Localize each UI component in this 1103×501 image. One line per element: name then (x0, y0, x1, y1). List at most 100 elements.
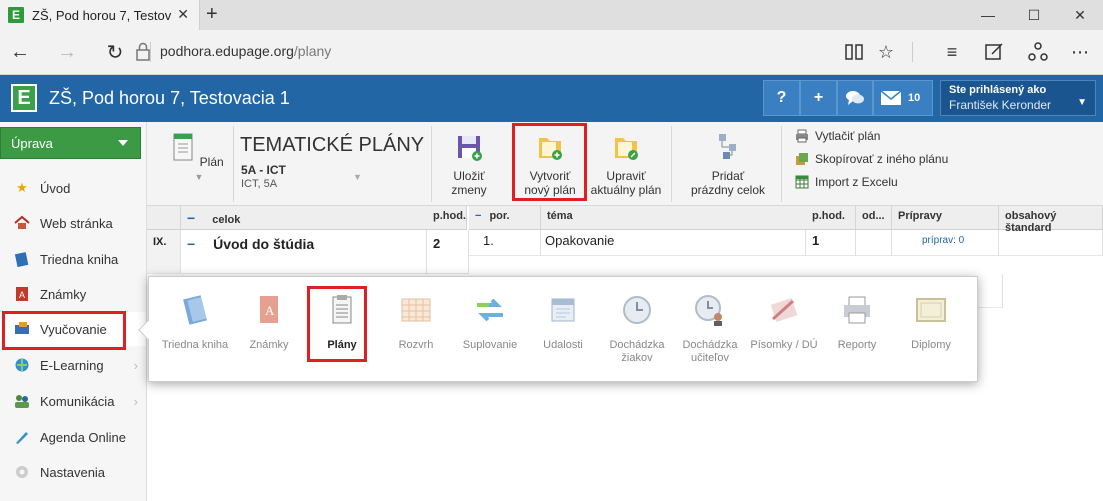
row-number: IX. (147, 230, 181, 274)
app-title[interactable]: ZŠ, Pod horou 7, Testovacia 1 (49, 88, 290, 109)
web-note-icon[interactable] (982, 40, 1006, 64)
plan-dropdown[interactable]: Plán ▼ (167, 122, 227, 184)
edit-current-plan-button[interactable]: Upraviť aktuálny plán (587, 122, 665, 197)
print-plan-link[interactable]: Vytlačiť plán (795, 129, 880, 143)
sidebar-item-uvod[interactable]: ★ Úvod (0, 171, 146, 205)
sidebar-item-znamky[interactable]: A Známky (0, 277, 146, 311)
celok-hours: 2 (427, 230, 469, 274)
popup-item-dochadzka-ziakov[interactable]: Dochádzka žiakov (600, 293, 674, 365)
settings-icon (14, 464, 30, 480)
back-icon[interactable]: ← (5, 38, 35, 66)
sidebar-item-label: Nastavenia (40, 464, 106, 480)
save-label-line1: Uložiť (453, 169, 485, 183)
collapse-all-icon[interactable]: − (187, 210, 195, 226)
plan-document-icon (173, 133, 193, 161)
sidebar-item-e-learning[interactable]: E-Learning › (0, 348, 146, 382)
table-header-standard[interactable]: obsahový štandard (999, 206, 1103, 234)
add-empty-unit-button[interactable]: Pridať prázdny celok (681, 122, 775, 197)
hub-icon[interactable]: ≡ (940, 40, 964, 64)
address-bar: ← → ↻ podhora.edupage.org/plany ☆ ≡ ⋯ (0, 30, 1103, 75)
sidebar-item-label: Známky (40, 286, 87, 302)
teacher-clock-icon (695, 295, 722, 326)
new-tab-icon[interactable]: + (206, 3, 226, 26)
refresh-icon[interactable]: ↻ (100, 38, 130, 66)
add-button[interactable]: + (800, 80, 837, 116)
plan-class-selector[interactable]: 5A - ICT (241, 163, 286, 177)
popup-item-dochadzka-ucitelov[interactable]: Dochádzka učiteľov (673, 293, 747, 365)
popup-item-pisomky[interactable]: Písomky / DÚ (747, 293, 821, 352)
browser-tab[interactable]: E ZŠ, Pod horou 7, Testov: ✕ (0, 0, 200, 30)
maximize-icon[interactable]: ☐ (1011, 0, 1057, 30)
plan-label: Plán (199, 155, 224, 169)
table-row-celok[interactable]: − Úvod do štúdia (181, 230, 427, 274)
sidebar-item-label: E-Learning (40, 357, 104, 373)
popup-item-label: Dochádzka žiakov (609, 339, 665, 364)
collapse-row-icon[interactable]: − (187, 236, 195, 252)
url-field[interactable]: podhora.edupage.org/plany (160, 43, 331, 59)
forward-icon[interactable]: → (52, 38, 82, 66)
close-tab-icon[interactable]: ✕ (177, 6, 189, 23)
sidebar-item-web-stranka[interactable]: Web stránka (0, 206, 146, 240)
help-button[interactable]: ? (763, 80, 800, 116)
table-header-num (147, 206, 181, 230)
popup-item-reporty[interactable]: Reporty (820, 293, 894, 352)
home-icon (14, 215, 30, 231)
more-icon[interactable]: ⋯ (1068, 40, 1092, 64)
sidebar-item-label: Úvod (40, 180, 71, 196)
popup-item-label: Reporty (837, 339, 877, 351)
sidebar-item-komunikacia[interactable]: Komunikácia › (0, 384, 146, 418)
message-count-badge: 10 (908, 92, 921, 104)
celok-name: Úvod do štúdia (213, 236, 315, 252)
favorite-star-icon[interactable]: ☆ (874, 40, 898, 64)
svg-text:A: A (265, 303, 275, 318)
grades-book-icon: A (14, 286, 30, 302)
star-icon: ★ (16, 180, 28, 195)
table-header-tema[interactable]: téma (541, 206, 809, 230)
popup-item-diplomy[interactable]: Diplomy (894, 293, 968, 352)
globe-icon (14, 357, 30, 373)
table-header-por[interactable]: − por. (469, 206, 541, 230)
messages-button[interactable]: 10 (873, 80, 933, 116)
copy-plan-label: Skopírovať z iného plánu (815, 152, 949, 166)
chevron-down-icon[interactable]: ▼ (353, 172, 362, 182)
table-header-pripravy[interactable]: Prípravy (892, 206, 999, 230)
table-header-celok[interactable]: − celok (181, 206, 431, 230)
popup-item-znamky[interactable]: A Známky (232, 293, 306, 352)
priprav-link[interactable]: príprav: 0 (892, 230, 999, 256)
edupage-favicon-icon: E (8, 7, 24, 23)
uprava-dropdown[interactable]: Úprava (0, 127, 141, 159)
sidebar-item-label: Agenda Online (40, 429, 127, 445)
book-icon (183, 295, 207, 325)
topic-order: 1. (469, 230, 541, 256)
share-icon[interactable] (1026, 40, 1050, 64)
popup-item-suplovanie[interactable]: Suplovanie (453, 293, 527, 352)
edit-folder-icon (615, 138, 638, 160)
pen-icon (14, 429, 30, 445)
copy-plan-link[interactable]: Skopírovať z iného plánu (795, 152, 948, 166)
window-close-icon[interactable]: ✕ (1057, 0, 1103, 30)
user-menu[interactable]: Ste prihlásený ako František Keronder ▼ (940, 80, 1096, 116)
popup-item-rozvrh[interactable]: Rozvrh (379, 293, 453, 352)
table-header-phod2[interactable]: p.hod. (806, 206, 856, 230)
table-header-od[interactable]: od... (856, 206, 892, 230)
minimize-icon[interactable]: — (965, 0, 1011, 30)
popup-item-triedna-kniha[interactable]: Triedna kniha (158, 293, 232, 352)
sidebar-item-label: Web stránka (40, 215, 113, 231)
save-changes-button[interactable]: Uložiť zmeny (433, 122, 505, 197)
sidebar-item-nastavenia[interactable]: Nastavenia (0, 455, 146, 489)
sidebar-item-agenda-online[interactable]: Agenda Online (0, 420, 146, 454)
table-header-phod[interactable]: p.hod. (427, 206, 467, 230)
grades-book-icon: A (260, 296, 278, 323)
import-excel-link[interactable]: Import z Excelu (795, 175, 898, 189)
sidebar-item-triedna-kniha[interactable]: Triedna kniha (0, 242, 146, 276)
chat-button[interactable] (837, 80, 873, 116)
popup-item-udalosti[interactable]: Udalosti (526, 293, 600, 352)
topic-name[interactable]: Opakovanie (541, 230, 806, 256)
reading-view-icon[interactable] (842, 40, 866, 64)
topic-hours: 1 (806, 230, 856, 256)
edupage-logo-icon[interactable]: E (11, 84, 37, 112)
swap-arrows-icon (477, 298, 503, 322)
toolbar-divider (781, 126, 782, 202)
user-name: František Keronder (949, 98, 1052, 112)
plan-class-subtitle: ICT, 5A (241, 178, 278, 190)
